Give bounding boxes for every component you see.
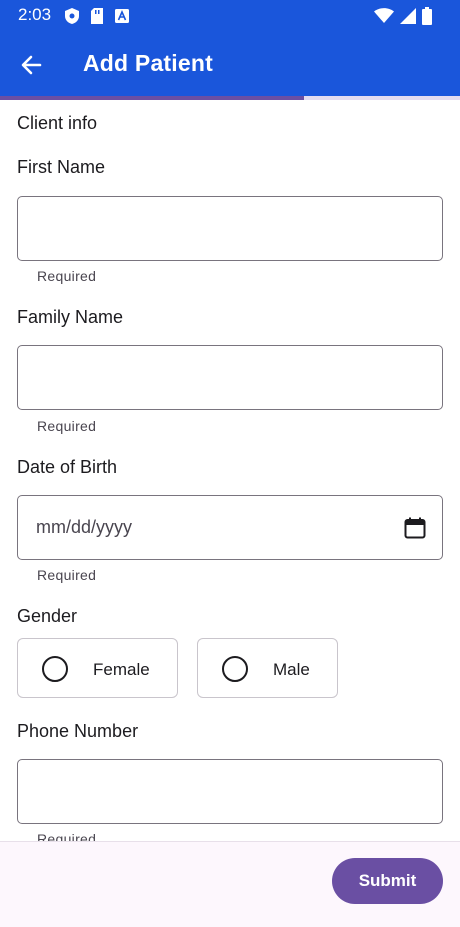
family-name-helper: Required [37, 418, 97, 434]
submit-button[interactable]: Submit [332, 858, 443, 904]
arrow-back-icon [21, 55, 42, 75]
shield-icon [65, 8, 79, 24]
phone-input[interactable] [18, 760, 442, 823]
page-title: Add Patient [83, 50, 213, 76]
gender-option-male[interactable]: Male [197, 638, 338, 698]
status-bar: 2:03 [0, 0, 460, 32]
progress-bar [0, 96, 460, 100]
wifi-icon [374, 8, 394, 23]
status-icons-left [64, 7, 130, 25]
family-name-label: Family Name [17, 307, 124, 327]
dob-helper: Required [37, 567, 97, 583]
first-name-label: First Name [17, 157, 106, 177]
family-name-input[interactable] [18, 346, 442, 409]
dob-field[interactable] [17, 495, 443, 560]
text-a-icon [115, 9, 129, 23]
dob-label: Date of Birth [17, 457, 118, 477]
status-icons-right [374, 7, 432, 25]
first-name-helper: Required [37, 268, 97, 284]
status-time: 2:03 [18, 5, 52, 24]
gender-option-label: Male [273, 660, 310, 679]
section-title: Client info [17, 113, 98, 133]
radio-unchecked-icon[interactable] [222, 656, 248, 682]
signal-icon [400, 8, 416, 24]
phone-field[interactable] [17, 759, 443, 824]
back-button[interactable] [16, 50, 46, 80]
sd-card-icon [91, 8, 103, 24]
gender-label: Gender [17, 606, 78, 626]
phone-label: Phone Number [17, 721, 139, 741]
calendar-icon[interactable] [403, 516, 427, 540]
radio-unchecked-icon[interactable] [42, 656, 68, 682]
family-name-field[interactable] [17, 345, 443, 410]
dob-input[interactable] [18, 496, 442, 559]
app-bar: Add Patient [0, 32, 460, 96]
gender-option-label: Female [93, 660, 150, 679]
progress-fill [0, 96, 304, 100]
first-name-field[interactable] [17, 196, 443, 261]
gender-option-female[interactable]: Female [17, 638, 178, 698]
bottom-bar: Submit [0, 841, 460, 927]
first-name-input[interactable] [18, 197, 442, 260]
battery-icon [422, 7, 432, 25]
